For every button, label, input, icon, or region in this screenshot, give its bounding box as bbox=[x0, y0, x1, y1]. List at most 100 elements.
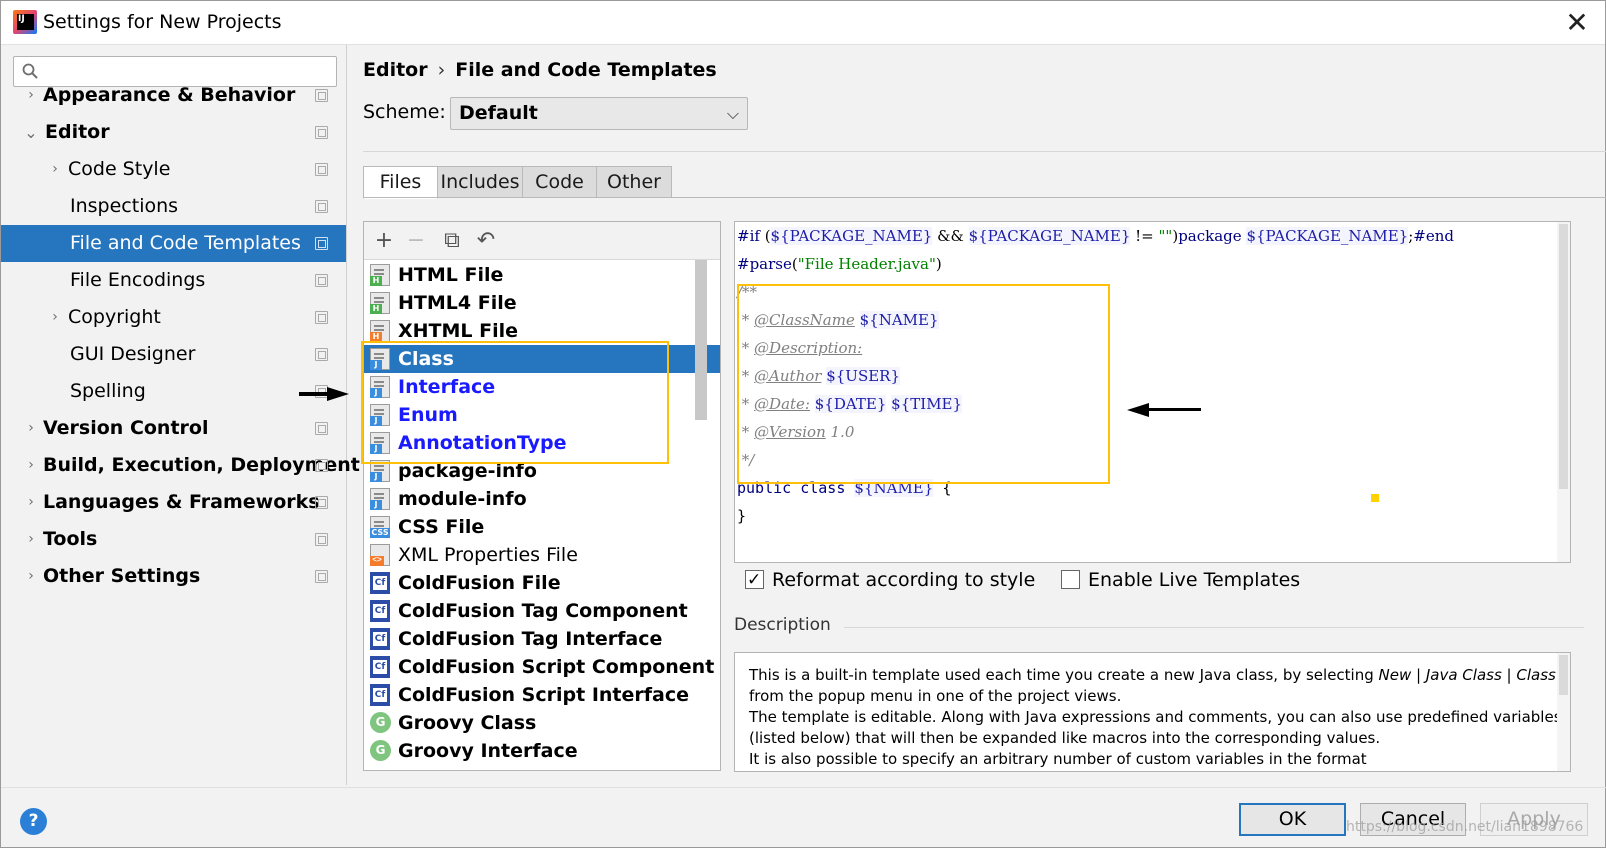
add-icon[interactable]: + bbox=[370, 227, 398, 255]
file-type-badge: <> bbox=[370, 556, 384, 566]
chevron-right-icon[interactable]: › bbox=[23, 447, 39, 484]
editor-scrollbar[interactable] bbox=[1557, 222, 1570, 562]
sidebar-item-inspections[interactable]: Inspections bbox=[1, 188, 346, 225]
sidebar-item-code-style[interactable]: › Code Style bbox=[1, 151, 346, 188]
arrow-right-icon bbox=[327, 387, 349, 401]
java-module-info-icon: J bbox=[370, 488, 390, 510]
sidebar-item-version-control[interactable]: › Version Control bbox=[1, 410, 346, 447]
chevron-right-icon[interactable]: › bbox=[23, 521, 39, 558]
template-item[interactable]: <> XML Properties File bbox=[364, 541, 720, 569]
template-item[interactable]: H HTML File bbox=[364, 261, 720, 289]
reformat-label: Reformat according to style bbox=[772, 569, 1036, 591]
sidebar-item-other-settings[interactable]: › Other Settings bbox=[1, 558, 346, 595]
template-item-label: ColdFusion File bbox=[398, 572, 561, 594]
chevron-right-icon[interactable]: › bbox=[23, 77, 39, 114]
chevron-right-icon[interactable]: › bbox=[23, 410, 39, 447]
sidebar-item-file-encodings[interactable]: File Encodings bbox=[1, 262, 346, 299]
template-list-panel: + − ⧉ ↶ H HTML File H HTML4 File H XHTML File J Cl… bbox=[363, 221, 721, 771]
ok-button[interactable]: OK bbox=[1239, 803, 1346, 836]
code-token: #parse bbox=[737, 255, 792, 273]
sidebar-item-build-execution-deployment[interactable]: › Build, Execution, Deployment bbox=[1, 447, 360, 484]
project-settings-icon bbox=[315, 570, 328, 583]
file-type-badge: H bbox=[370, 276, 382, 286]
live-templates-checkbox-box[interactable] bbox=[1061, 570, 1080, 589]
sidebar-item-editor[interactable]: ⌄ Editor bbox=[1, 114, 346, 151]
project-settings-icon bbox=[315, 126, 328, 139]
code-token: #if bbox=[737, 227, 760, 245]
template-item[interactable]: ColdFusion Tag Interface bbox=[364, 625, 720, 653]
code-token: ${PACKAGE_NAME} bbox=[770, 227, 933, 245]
tab-code[interactable]: Code bbox=[522, 166, 597, 198]
arrow-shaft-right bbox=[299, 392, 329, 396]
close-icon[interactable]: ✕ bbox=[1561, 7, 1593, 39]
chevron-right-icon[interactable]: › bbox=[47, 299, 63, 336]
chevron-right-icon[interactable]: › bbox=[23, 558, 39, 595]
coldfusion-icon bbox=[370, 600, 390, 622]
code-line: } bbox=[737, 502, 746, 530]
chevron-right-icon[interactable]: › bbox=[23, 484, 39, 521]
reformat-checkbox-box[interactable] bbox=[745, 568, 764, 592]
template-item[interactable]: ColdFusion Script Component bbox=[364, 653, 720, 681]
sidebar-item-label: Inspections bbox=[70, 195, 179, 217]
description-scrollbar[interactable] bbox=[1557, 653, 1570, 771]
template-item[interactable]: Groovy Interface bbox=[364, 737, 720, 765]
list-scrollbar[interactable] bbox=[695, 260, 707, 420]
css-file-icon: CSS bbox=[370, 516, 390, 538]
tab-includes[interactable]: Includes bbox=[437, 166, 523, 198]
project-settings-icon bbox=[315, 274, 328, 287]
intellij-app-icon bbox=[13, 10, 37, 34]
template-item[interactable]: ColdFusion File bbox=[364, 569, 720, 597]
project-settings-icon bbox=[315, 200, 328, 213]
reset-icon[interactable]: ↶ bbox=[472, 227, 500, 255]
code-token: ${PACKAGE_NAME} bbox=[1246, 227, 1409, 245]
sidebar-item-spelling[interactable]: Spelling bbox=[1, 373, 346, 410]
sidebar-item-file-and-code-templates[interactable]: File and Code Templates bbox=[1, 225, 346, 262]
sidebar-item-copyright[interactable]: › Copyright bbox=[1, 299, 346, 336]
description-text: This is a built-in template used each ti… bbox=[749, 665, 1562, 770]
template-item-label: Groovy Interface bbox=[398, 740, 578, 762]
template-item-label: ColdFusion Tag Interface bbox=[398, 628, 663, 650]
sidebar-item-tools[interactable]: › Tools bbox=[1, 521, 346, 558]
project-settings-icon bbox=[315, 163, 328, 176]
sidebar-item-label: Copyright bbox=[68, 306, 161, 328]
code-token: ) bbox=[935, 255, 942, 273]
template-item[interactable]: CSS CSS File bbox=[364, 513, 720, 541]
copy-icon[interactable]: ⧉ bbox=[438, 227, 466, 255]
sidebar-item-label: Editor bbox=[45, 121, 110, 143]
template-item[interactable]: ColdFusion Tag Component bbox=[364, 597, 720, 625]
template-item-label: HTML File bbox=[398, 264, 504, 286]
html4-file-icon: H bbox=[370, 292, 390, 314]
sidebar-item-label: Version Control bbox=[43, 417, 209, 439]
chevron-right-icon[interactable]: › bbox=[47, 151, 63, 188]
sidebar-item-label: Languages & Frameworks bbox=[43, 491, 320, 513]
tab-files[interactable]: Files bbox=[363, 166, 438, 199]
html-file-icon: H bbox=[370, 264, 390, 286]
bottom-divider bbox=[1, 787, 1606, 788]
highlight-box-code bbox=[737, 284, 1110, 484]
project-settings-icon bbox=[315, 311, 328, 324]
groovy-icon bbox=[370, 740, 391, 761]
file-type-badge: H bbox=[370, 304, 382, 314]
sidebar-item-gui-designer[interactable]: GUI Designer bbox=[1, 336, 346, 373]
title-bar: Settings for New Projects ✕ bbox=[1, 1, 1605, 45]
remove-icon[interactable]: − bbox=[402, 227, 430, 255]
template-item[interactable]: H HTML4 File bbox=[364, 289, 720, 317]
breadcrumb-editor[interactable]: Editor bbox=[363, 59, 428, 81]
watermark-text: https://blog.csdn.net/lian1898766 bbox=[1346, 819, 1584, 835]
sidebar-item-label: Other Settings bbox=[43, 565, 201, 587]
coldfusion-icon bbox=[370, 628, 390, 650]
description-line: from the popup menu in one of the projec… bbox=[749, 687, 1122, 705]
sidebar-item-languages-frameworks[interactable]: › Languages & Frameworks bbox=[1, 484, 346, 521]
template-item[interactable]: ColdFusion Script Interface bbox=[364, 681, 720, 709]
sidebar-item-appearance-behavior[interactable]: › Appearance & Behavior bbox=[1, 77, 346, 114]
chevron-down-icon: ⌵ bbox=[726, 104, 739, 123]
chevron-down-icon[interactable]: ⌄ bbox=[23, 114, 39, 151]
tab-other[interactable]: Other bbox=[596, 166, 672, 198]
help-icon[interactable]: ? bbox=[20, 808, 47, 835]
sidebar-item-label: Code Style bbox=[68, 158, 171, 180]
template-item[interactable]: Groovy Class bbox=[364, 709, 720, 737]
file-type-badge: J bbox=[370, 500, 382, 510]
scheme-dropdown[interactable]: Default ⌵ bbox=[450, 97, 748, 130]
description-title: Description bbox=[734, 615, 831, 635]
template-item[interactable]: Jmodule-info bbox=[364, 485, 720, 513]
